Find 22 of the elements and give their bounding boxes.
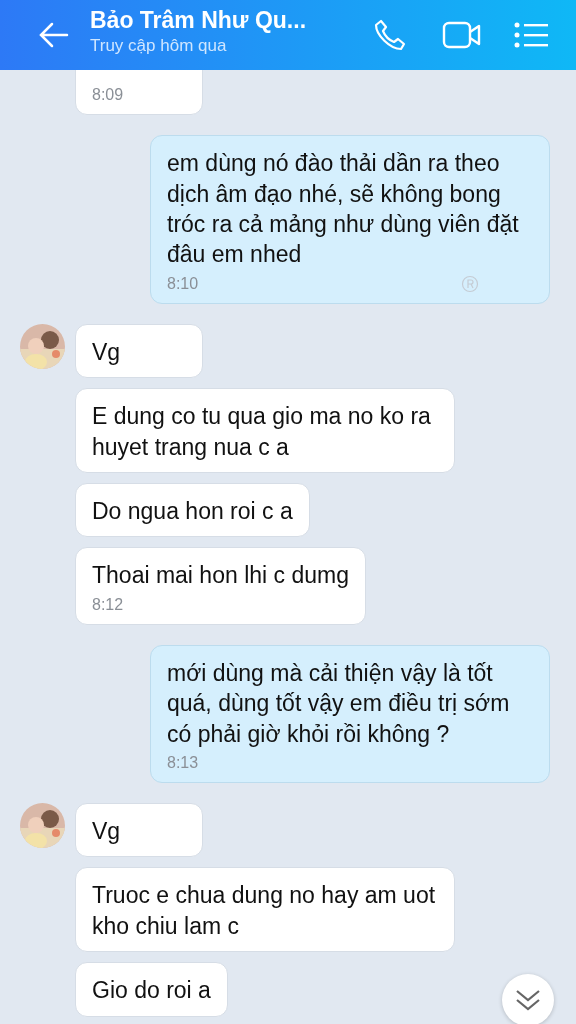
message-text: Vg [92,817,122,847]
video-camera-icon [442,20,482,50]
back-arrow-icon [39,22,69,48]
message-text: Truoc e chua dung no hay am uot kho chiu lam c [92,881,437,941]
message-text: Gio do roi a [92,976,211,1006]
menu-icon [514,22,548,48]
last-seen-status: Truy cập hôm qua [90,34,228,57]
phone-icon [373,18,407,52]
message-text: E dung co tu qua gio ma no ko ra huyet trang nua c a [92,402,432,462]
message-text: Vg [92,337,122,367]
double-chevron-down-icon [515,988,541,1012]
message-text: mới dùng mà cải thiện vậy là tốt quá, dùng tốt vậy em điều trị sớm có phải giờ khỏi rồi không ? [167,658,511,749]
contact-name: Bảo Trâm Như Qu... [90,7,308,33]
message-time: 8:10 [167,273,199,293]
message-text: em dùng nó đào thải dần ra theo dịch âm đạo nhé, sẽ không bong tróc ra cả mảng như dùng viên đặt đâu em nhed [167,149,520,270]
received-status-icon [461,275,479,294]
message-time: 8:13 [167,752,199,773]
message-time: 8:09 [92,85,124,105]
message-text: Do ngua hon roi c a [92,496,293,526]
message-time: 8:12 [92,594,124,614]
message-text: Thoai mai hon lhi c dumg [92,561,349,591]
scroll-down-button[interactable] [502,974,554,1024]
